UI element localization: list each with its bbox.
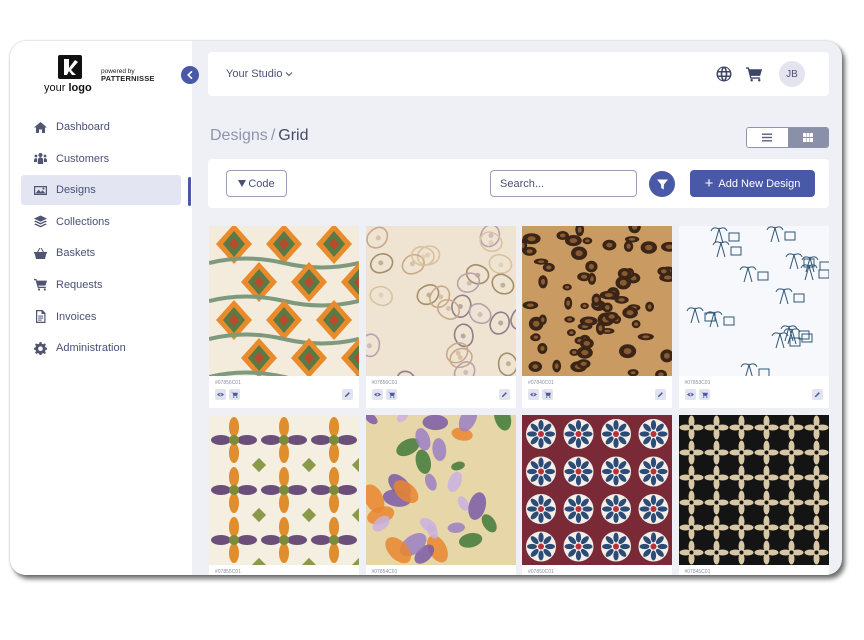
file-icon [34,310,47,324]
sidebar-item-label: Customers [56,152,110,165]
sidebar-item-invoices[interactable]: Invoices [21,302,181,332]
eye-icon[interactable] [215,389,226,400]
design-card[interactable]: #07845C01 [678,415,829,575]
cart-icon[interactable] [542,389,553,400]
cart-icon[interactable] [698,389,710,400]
design-thumbnail[interactable] [209,226,359,376]
list-icon [762,133,773,142]
grid-icon [802,133,813,142]
sidebar-item-baskets[interactable]: Baskets [21,238,181,268]
code-filter-button[interactable]: Code [226,170,287,197]
cart-icon[interactable] [746,66,763,82]
cart-icon[interactable] [385,389,397,400]
design-card[interactable]: #07853C01 [678,226,829,408]
brand-name: PATTERNISSE [101,74,155,83]
design-code: #07855C01 [215,569,241,575]
sidebar-item-label: Invoices [56,310,97,323]
design-code: #07850C01 [528,569,554,575]
design-thumbnail[interactable] [522,226,672,376]
sidebar-item-label: Designs [56,184,96,197]
image-icon [34,184,47,197]
design-code: #07840C01 [528,380,554,386]
eye-icon[interactable] [528,389,539,400]
search-input[interactable] [490,170,637,197]
design-thumbnail[interactable] [678,226,829,376]
design-code: #07845C01 [684,569,711,575]
gear-icon [34,341,47,355]
chevron-left-icon [187,71,193,79]
design-code: #07854C01 [371,569,398,575]
sidebar-item-customers[interactable]: Customers [21,144,181,174]
eye-icon[interactable] [684,389,696,400]
design-card[interactable]: #07856C01 [209,226,359,408]
chevron-down-icon [286,72,293,77]
design-code: #07856C01 [371,380,398,386]
top-bar: Your Studio JB [208,52,829,96]
basket-icon [34,247,47,260]
sidebar-item-label: Baskets [56,247,96,260]
filter-button[interactable] [649,171,675,197]
design-card[interactable]: #07850C01 [522,415,672,575]
edit-icon[interactable] [811,389,823,400]
design-code: #07853C01 [684,380,711,386]
add-new-design-button[interactable]: + Add New Design [690,170,815,197]
sidebar-item-collections[interactable]: Collections [21,207,181,237]
grid-view-button[interactable] [787,128,828,147]
sidebar-item-label: Requests [56,278,103,291]
edit-icon[interactable] [498,389,510,400]
page-title: Designs / Grid [210,127,309,145]
studio-selector[interactable]: Your Studio [226,68,293,80]
design-card[interactable]: #07856C01 [365,226,516,408]
filter-bar: Code + Add New Design [208,159,829,208]
layers-icon [34,215,47,228]
view-toggle [746,127,829,148]
funnel-icon [656,179,668,189]
design-thumbnail[interactable] [522,415,672,565]
edit-icon[interactable] [655,389,666,400]
sidebar-item-administration[interactable]: Administration [21,333,181,363]
cart-icon[interactable] [229,389,240,400]
design-code: #07856C01 [215,380,241,386]
design-card[interactable]: #07840C01 [522,226,672,408]
breadcrumb-separator: / [270,127,276,144]
design-thumbnail[interactable] [365,226,516,376]
logo-text: your logo [44,82,92,94]
design-thumbnail[interactable] [678,415,829,565]
design-thumbnail[interactable] [365,415,516,565]
breadcrumb-current: Grid [278,127,309,144]
logo-mark-icon [58,55,82,79]
code-filter-label: Code [248,177,275,190]
studio-label: Your Studio [226,68,283,80]
sidebar-item-requests[interactable]: Requests [21,270,181,300]
cart-icon [34,278,47,292]
avatar[interactable]: JB [779,61,805,87]
sidebar-item-designs[interactable]: Designs [21,175,181,206]
caret-down-icon [238,180,247,187]
collapse-sidebar-button[interactable] [181,66,199,84]
design-card[interactable]: #07855C01 [209,415,359,575]
design-thumbnail[interactable] [209,415,359,565]
globe-icon[interactable] [716,66,732,82]
edit-icon[interactable] [342,389,353,400]
logo-text-bold: logo [68,82,92,94]
eye-icon[interactable] [371,389,383,400]
app-window: your logo powered by PATTERNISSE Dashboa… [10,41,842,575]
sidebar-item-dashboard[interactable]: Dashboard [21,112,181,142]
sidebar: your logo powered by PATTERNISSE Dashboa… [10,41,192,575]
users-icon [34,152,47,165]
home-icon [34,121,47,134]
breadcrumb-parent[interactable]: Designs [210,127,268,144]
add-new-design-label: Add New Design [718,177,801,190]
sidebar-item-label: Administration [56,342,126,355]
sidebar-item-label: Collections [56,215,110,228]
sidebar-item-label: Dashboard [56,121,110,133]
logo-text-plain: your [44,82,69,94]
sidebar-nav: Dashboard Customers Designs Collections Bask… [21,112,181,365]
powered-by: powered by PATTERNISSE [101,68,155,82]
design-card[interactable]: #07854C01 [365,415,516,575]
active-indicator [188,177,191,206]
logo[interactable]: your logo powered by PATTERNISSE [44,55,174,97]
list-view-button[interactable] [747,128,788,147]
plus-icon: + [704,175,714,192]
